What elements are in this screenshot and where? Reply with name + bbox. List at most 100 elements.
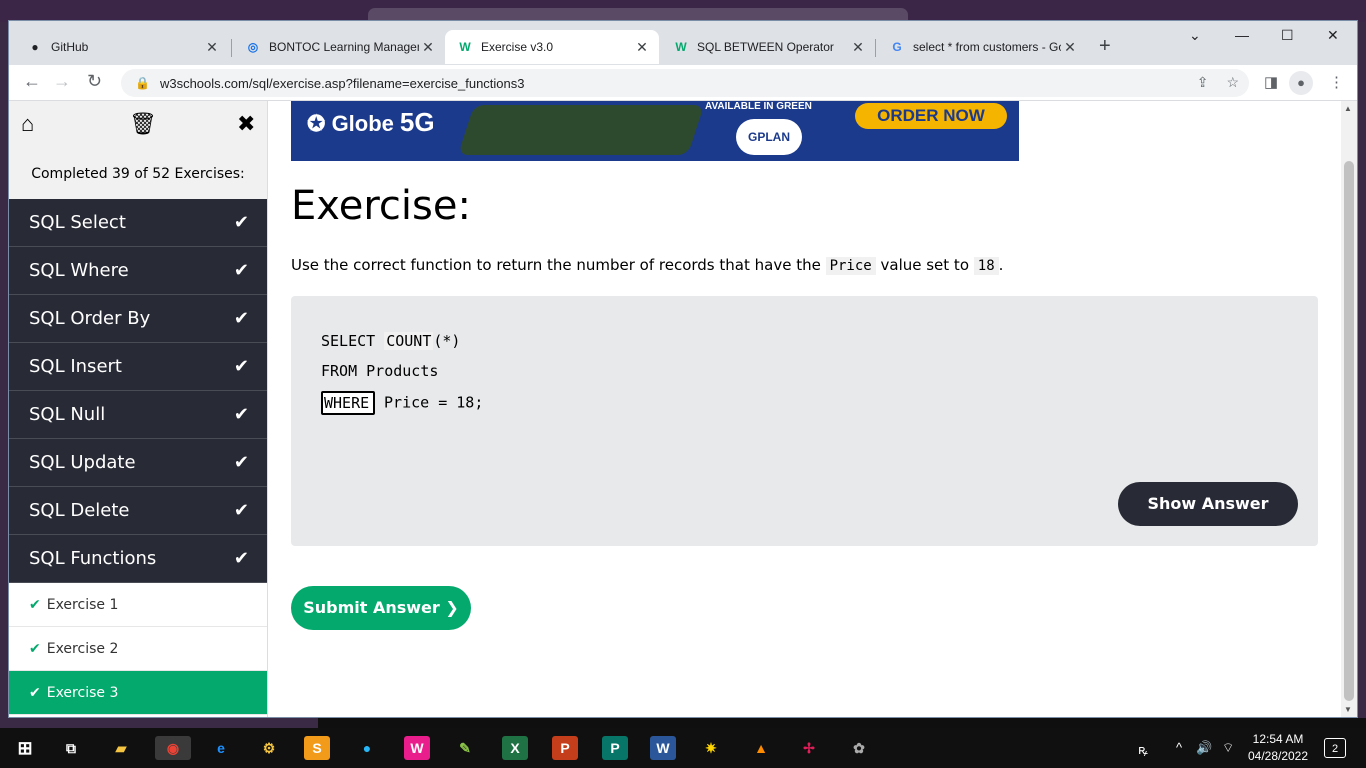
address-bar[interactable]: 🔒 w3schools.com/sql/exercise.asp?filenam… [121,69,1249,97]
code-line-3: Price = 18; [321,391,483,421]
wifi-icon[interactable]: ⌔ [1222,740,1234,756]
close-window-icon[interactable]: ✕ [1327,27,1339,44]
exercise-item-2[interactable]: ✔ Exercise 2 [9,627,267,671]
exercise-instruction: Use the correct function to return the n… [291,256,1004,275]
scrollbar-thumb[interactable] [1344,161,1354,701]
lesson-label: SQL Functions [29,548,157,569]
project-icon[interactable]: P [602,736,628,760]
close-icon[interactable]: ✕ [419,39,437,56]
sql-code: SELECT COUNT(*) FROM Products Price = 18… [321,331,483,421]
minimize-icon[interactable]: — [1235,27,1249,43]
ad-available-text: AVAILABLE IN GREEN [705,101,812,112]
code-text: Price = 18; [375,393,484,412]
people-icon[interactable]: ꝶ [1138,740,1148,758]
lesson-sql-null[interactable]: SQL Null ✔ [9,391,267,439]
check-icon: ✔ [233,260,249,281]
tab-exercise[interactable]: W Exercise v3.0 ✕ [445,30,659,64]
ad-5g-text: 5G [399,107,435,137]
ad-brand-text: Globe [331,111,394,136]
close-icon[interactable]: ✕ [1061,39,1079,56]
reload-icon[interactable]: ↻ [87,71,102,92]
ad-brand: ✪ Globe 5G [307,107,435,138]
sublime-text-icon[interactable]: S [304,736,330,760]
windows-taskbar: ⊞ ⧉ ▰ ◉ e ⚙ S ● W ✎ X P P W ✷ ▲ ✢ ✿ ꝶ ^ … [0,718,1366,768]
lesson-label: SQL Null [29,404,106,425]
powerpoint-icon[interactable]: P [552,736,578,760]
globe-logo-icon: ✪ [307,111,326,136]
home-icon[interactable]: ⌂ [21,111,34,137]
tab-google[interactable]: G select * from customers - Go ✕ [877,30,1087,64]
scroll-up-icon[interactable]: ▲ [1344,104,1352,113]
app-icon[interactable]: ● [354,736,380,760]
exercise-item-1[interactable]: ✔ Exercise 1 [9,583,267,627]
windows-start-icon[interactable]: ⊞ [12,736,38,760]
check-icon: ✔ [233,404,249,425]
new-tab-plus-icon[interactable]: + [1099,35,1111,58]
edge-icon[interactable]: e [208,736,234,760]
lesson-sql-delete[interactable]: SQL Delete ✔ [9,487,267,535]
system-clock[interactable]: 12:54 AM 04/28/2022 [1238,731,1318,765]
close-sidebar-icon[interactable]: ✖ [237,111,255,137]
instruction-text: . [998,256,1004,274]
excel-icon[interactable]: X [502,736,528,760]
lesson-label: SQL Where [29,260,129,281]
wamp-icon[interactable]: W [404,736,430,760]
check-icon: ✔ [233,308,249,329]
share-icon[interactable]: ⇪ [1197,74,1209,91]
lesson-label: SQL Order By [29,308,151,329]
lesson-sql-order-by[interactable]: SQL Order By ✔ [9,295,267,343]
lesson-label: SQL Select [29,212,126,233]
lock-icon: 🔒 [135,76,150,90]
close-icon[interactable]: ✕ [849,39,867,56]
menu-kebab-icon[interactable]: ⋮ [1329,73,1344,91]
lesson-sql-where[interactable]: SQL Where ✔ [9,247,267,295]
tab-search-chevron-icon[interactable]: ⌄ [1189,27,1201,44]
page-scrollbar[interactable]: ▲ ▼ [1341,101,1357,717]
close-icon[interactable]: ✕ [203,39,221,56]
w3schools-icon: W [459,40,471,54]
browser-toolbar: ← → ↻ 🔒 w3schools.com/sql/exercise.asp?f… [9,65,1357,101]
show-answer-button[interactable]: Show Answer [1118,482,1298,526]
submit-answer-button[interactable]: Submit Answer ❯ [291,586,471,630]
side-panel-icon[interactable]: ◨ [1264,73,1278,91]
ad-order-button[interactable]: ORDER NOW [855,103,1007,129]
desktop-background [0,0,1366,22]
lesson-sql-select[interactable]: SQL Select ✔ [9,199,267,247]
notepad-icon[interactable]: ✎ [452,736,478,760]
exercise-item-3[interactable]: ✔ Exercise 3 [9,671,267,715]
file-explorer-icon[interactable]: ▰ [108,736,134,760]
forward-icon[interactable]: → [53,71,71,92]
tab-github[interactable]: ● GitHub ✕ [15,30,229,64]
settings-app-icon[interactable]: ⚙ [256,736,282,760]
tray-chevron-up-icon[interactable]: ^ [1176,740,1182,755]
lesson-sql-insert[interactable]: SQL Insert ✔ [9,343,267,391]
trash-icon[interactable]: 🗑 [129,111,157,137]
app-icon[interactable]: ✷ [698,736,724,760]
scroll-down-icon[interactable]: ▼ [1344,705,1352,714]
notifications-icon[interactable]: 2 [1324,738,1346,758]
profile-avatar-icon[interactable]: ● [1289,71,1313,95]
exercise-label: Exercise 3 [46,684,119,701]
back-icon[interactable]: ← [23,71,41,92]
tab-sql-between[interactable]: W SQL BETWEEN Operator ✕ [661,30,875,64]
lesson-sql-functions[interactable]: SQL Functions ✔ [9,535,267,583]
tab-separator [231,39,232,57]
lesson-sql-update[interactable]: SQL Update ✔ [9,439,267,487]
bookmark-star-icon[interactable]: ☆ [1226,74,1239,91]
word-icon[interactable]: W [650,736,676,760]
vlc-icon[interactable]: ▲ [748,736,774,760]
task-view-icon[interactable]: ⧉ [58,736,84,760]
sidebar-toolbar: ⌂ 🗑 ✖ [9,101,267,149]
tab-bontoc[interactable]: ◎ BONTOC Learning Managem ✕ [233,30,445,64]
close-icon[interactable]: ✕ [633,39,651,56]
maximize-icon[interactable]: ☐ [1281,27,1294,44]
exercise-sidebar: ⌂ 🗑 ✖ Completed 39 of 52 Exercises: SQL … [9,101,268,717]
volume-icon[interactable]: 🔊 [1196,740,1212,756]
lesson-label: SQL Insert [29,356,122,377]
slack-icon[interactable]: ✢ [796,736,822,760]
chrome-icon[interactable]: ◉ [155,736,191,760]
advertisement-banner[interactable]: ✪ Globe 5G AVAILABLE IN GREEN GPLAN ORDER… [291,101,1019,161]
check-icon: ✔ [29,684,41,701]
answer-input[interactable] [321,391,375,415]
paint-icon[interactable]: ✿ [846,736,872,760]
